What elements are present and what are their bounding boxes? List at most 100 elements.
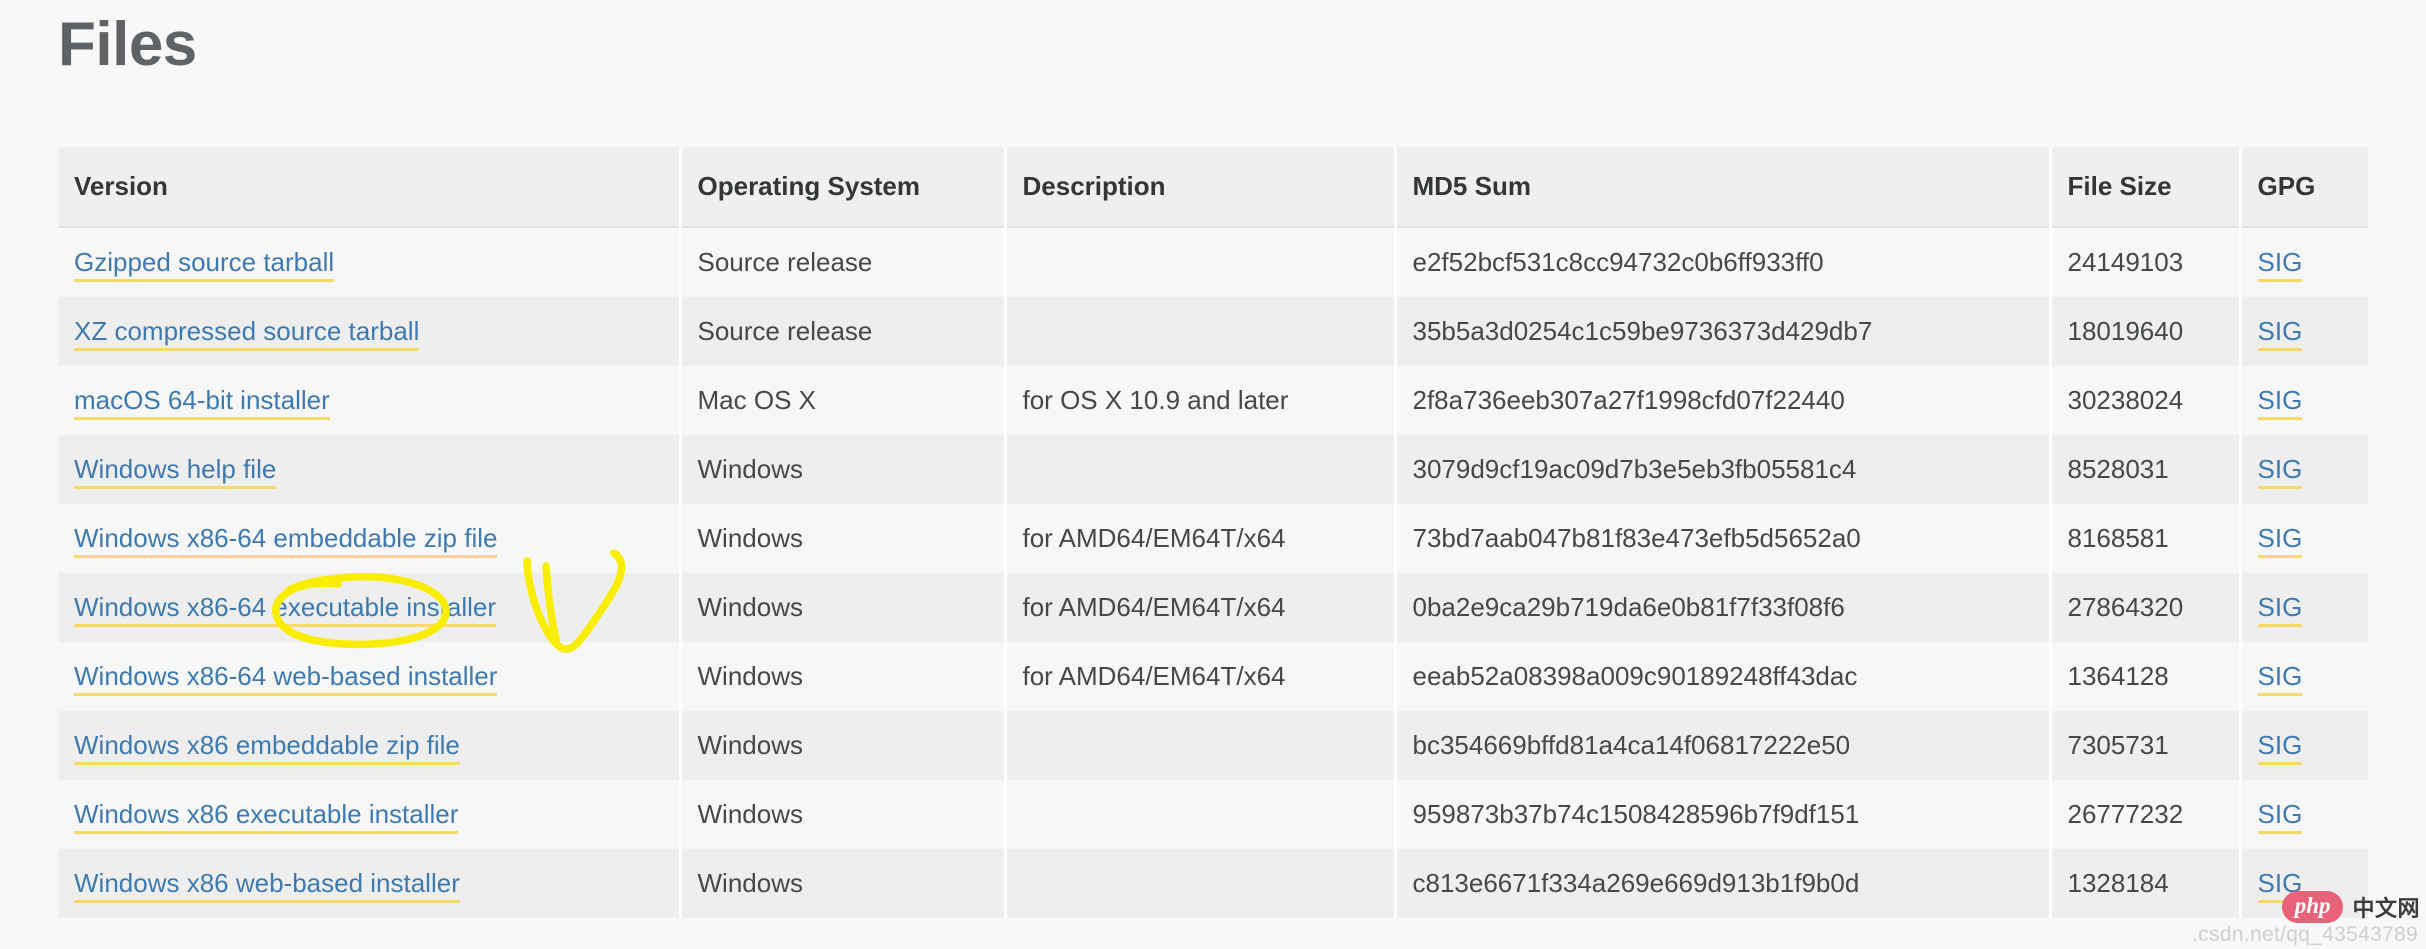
table-row: Windows help file Windows 3079d9cf19ac09d7… <box>58 435 2368 504</box>
version-download-link[interactable]: Windows x86 embeddable zip file <box>74 730 460 765</box>
table-row: Windows x86-64 web-based installer Window… <box>58 642 2368 711</box>
cell-gpg: SIG <box>2240 435 2368 504</box>
cell-file-size: 30238024 <box>2050 366 2240 435</box>
cell-operating-system: Windows <box>680 711 1005 780</box>
cell-md5-sum: 35b5a3d0254c1c59be9736373d429db7 <box>1395 297 2050 366</box>
cell-operating-system: Windows <box>680 849 1005 918</box>
version-download-link[interactable]: Gzipped source tarball <box>74 247 334 282</box>
table-row: Windows x86 web-based installer Windows c8… <box>58 849 2368 918</box>
cell-version: Gzipped source tarball <box>58 227 680 297</box>
version-download-link[interactable]: Windows help file <box>74 454 276 489</box>
gpg-signature-link[interactable]: SIG <box>2258 316 2303 351</box>
cell-md5-sum: 3079d9cf19ac09d7b3e5eb3fb05581c4 <box>1395 435 2050 504</box>
watermark-url: .csdn.net/qq_43543789 <box>2192 923 2418 947</box>
cell-operating-system: Windows <box>680 504 1005 573</box>
gpg-signature-link[interactable]: SIG <box>2258 454 2303 489</box>
cell-file-size: 8168581 <box>2050 504 2240 573</box>
cell-operating-system: Windows <box>680 642 1005 711</box>
cell-gpg: SIG <box>2240 573 2368 642</box>
php-badge-icon: php <box>2282 891 2344 922</box>
watermark: php 中文网 <box>2282 891 2420 923</box>
table-row: XZ compressed source tarball Source relea… <box>58 297 2368 366</box>
page-title: Files <box>58 12 197 77</box>
cell-md5-sum: e2f52bcf531c8cc94732c0b6ff933ff0 <box>1395 227 2050 297</box>
cell-description: for AMD64/EM64T/x64 <box>1005 573 1395 642</box>
column-header-version: Version <box>58 147 680 227</box>
cell-gpg: SIG <box>2240 504 2368 573</box>
cell-gpg: SIG <box>2240 780 2368 849</box>
cell-md5-sum: 2f8a736eeb307a27f1998cfd07f22440 <box>1395 366 2050 435</box>
version-download-link[interactable]: macOS 64-bit installer <box>74 385 330 420</box>
gpg-signature-link[interactable]: SIG <box>2258 730 2303 765</box>
table-header-row: Version Operating System Description MD5… <box>58 147 2368 227</box>
cell-description <box>1005 297 1395 366</box>
table-row: Gzipped source tarball Source release e2f5… <box>58 227 2368 297</box>
files-table: Version Operating System Description MD5… <box>58 147 2368 918</box>
cell-version: Windows x86-64 executable installer <box>58 573 680 642</box>
cell-file-size: 1364128 <box>2050 642 2240 711</box>
watermark-site-label: 中文网 <box>2352 891 2420 923</box>
cell-file-size: 7305731 <box>2050 711 2240 780</box>
cell-operating-system: Windows <box>680 435 1005 504</box>
files-table-container: Version Operating System Description MD5… <box>58 147 2368 918</box>
version-download-link[interactable]: XZ compressed source tarball <box>74 316 419 351</box>
gpg-signature-link[interactable]: SIG <box>2258 247 2303 282</box>
cell-operating-system: Source release <box>680 227 1005 297</box>
cell-description: for AMD64/EM64T/x64 <box>1005 504 1395 573</box>
cell-description <box>1005 435 1395 504</box>
cell-version: Windows x86-64 web-based installer <box>58 642 680 711</box>
cell-operating-system: Mac OS X <box>680 366 1005 435</box>
cell-md5-sum: 959873b37b74c1508428596b7f9df151 <box>1395 780 2050 849</box>
cell-description <box>1005 849 1395 918</box>
cell-md5-sum: eeab52a08398a009c90189248ff43dac <box>1395 642 2050 711</box>
cell-gpg: SIG <box>2240 366 2368 435</box>
cell-version: Windows x86 embeddable zip file <box>58 711 680 780</box>
gpg-signature-link[interactable]: SIG <box>2258 523 2303 558</box>
cell-file-size: 24149103 <box>2050 227 2240 297</box>
version-download-link[interactable]: Windows x86-64 embeddable zip file <box>74 523 497 558</box>
column-header-md5-sum: MD5 Sum <box>1395 147 2050 227</box>
cell-version: Windows x86 web-based installer <box>58 849 680 918</box>
table-row: Windows x86 executable installer Windows 9… <box>58 780 2368 849</box>
cell-file-size: 26777232 <box>2050 780 2240 849</box>
cell-md5-sum: c813e6671f334a269e669d913b1f9b0d <box>1395 849 2050 918</box>
cell-md5-sum: bc354669bffd81a4ca14f06817222e50 <box>1395 711 2050 780</box>
table-row: macOS 64-bit installer Mac OS Xfor OS X 1… <box>58 366 2368 435</box>
column-header-description: Description <box>1005 147 1395 227</box>
files-table-body: Gzipped source tarball Source release e2f5… <box>58 227 2368 918</box>
cell-operating-system: Source release <box>680 297 1005 366</box>
cell-description: for AMD64/EM64T/x64 <box>1005 642 1395 711</box>
table-row: Windows x86 embeddable zip file Windows bc… <box>58 711 2368 780</box>
cell-version: Windows help file <box>58 435 680 504</box>
cell-description <box>1005 711 1395 780</box>
version-download-link[interactable]: Windows x86 executable installer <box>74 799 458 834</box>
cell-version: Windows x86-64 embeddable zip file <box>58 504 680 573</box>
cell-operating-system: Windows <box>680 780 1005 849</box>
cell-file-size: 18019640 <box>2050 297 2240 366</box>
cell-md5-sum: 73bd7aab047b81f83e473efb5d5652a0 <box>1395 504 2050 573</box>
version-download-link[interactable]: Windows x86-64 web-based installer <box>74 661 497 696</box>
cell-version: macOS 64-bit installer <box>58 366 680 435</box>
cell-operating-system: Windows <box>680 573 1005 642</box>
gpg-signature-link[interactable]: SIG <box>2258 799 2303 834</box>
cell-md5-sum: 0ba2e9ca29b719da6e0b81f7f33f08f6 <box>1395 573 2050 642</box>
version-download-link[interactable]: Windows x86 web-based installer <box>74 868 460 903</box>
table-row: Windows x86-64 executable installer Windo… <box>58 573 2368 642</box>
cell-version: XZ compressed source tarball <box>58 297 680 366</box>
table-row: Windows x86-64 embeddable zip file Window… <box>58 504 2368 573</box>
gpg-signature-link[interactable]: SIG <box>2258 592 2303 627</box>
gpg-signature-link[interactable]: SIG <box>2258 661 2303 696</box>
column-header-operating-system: Operating System <box>680 147 1005 227</box>
cell-file-size: 27864320 <box>2050 573 2240 642</box>
cell-description <box>1005 227 1395 297</box>
cell-gpg: SIG <box>2240 642 2368 711</box>
cell-file-size: 1328184 <box>2050 849 2240 918</box>
cell-version: Windows x86 executable installer <box>58 780 680 849</box>
gpg-signature-link[interactable]: SIG <box>2258 385 2303 420</box>
version-download-link[interactable]: Windows x86-64 executable installer <box>74 592 496 627</box>
files-page: Files Version Operating System Descripti… <box>0 0 2426 949</box>
cell-gpg: SIG <box>2240 297 2368 366</box>
cell-description: for OS X 10.9 and later <box>1005 366 1395 435</box>
cell-file-size: 8528031 <box>2050 435 2240 504</box>
cell-gpg: SIG <box>2240 711 2368 780</box>
